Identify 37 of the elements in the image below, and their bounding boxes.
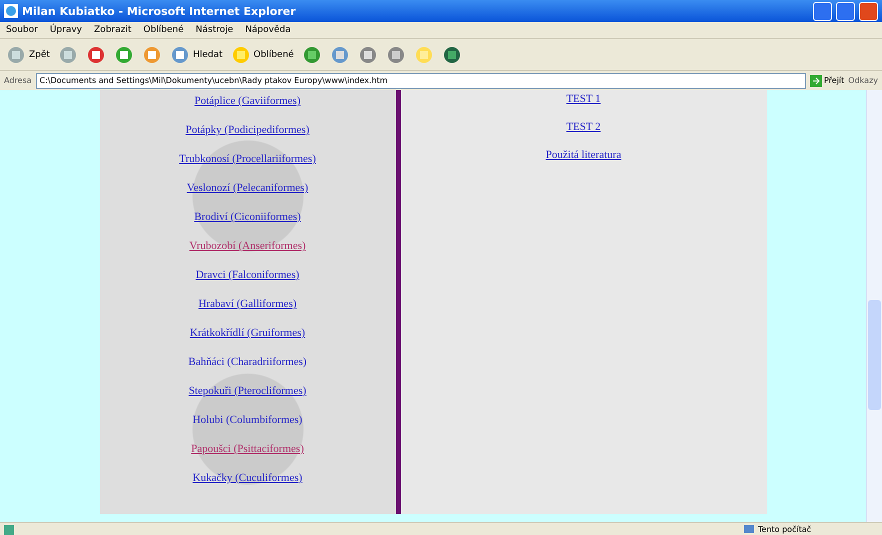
link[interactable]: Kukačky (Cuculiformes): [192, 471, 302, 485]
link[interactable]: TEST 1: [566, 92, 601, 106]
menu-item[interactable]: Zobrazit: [94, 25, 132, 35]
link[interactable]: Krátkokřídlí (Gruiformes): [190, 326, 306, 340]
order-label: Holubi (Columbiformes): [192, 413, 302, 427]
links-label[interactable]: Odkazy: [848, 76, 878, 85]
go-arrow-icon: [810, 74, 822, 86]
menu-item[interactable]: Nápověda: [245, 25, 291, 35]
link[interactable]: Potáplice (Gaviiformes): [194, 94, 300, 108]
link[interactable]: Papoušci (Psittaciformes): [191, 442, 304, 456]
close-button[interactable]: [859, 2, 878, 20]
link[interactable]: TEST 2: [566, 120, 601, 134]
address-field[interactable]: C:\Documents and Settings\Mil\Dokumenty\ucebn\Rady ptakov Europy\www\index.htm: [36, 72, 806, 88]
link[interactable]: Dravci (Falconiformes): [196, 268, 300, 282]
link[interactable]: Hrabaví (Galliformes): [198, 297, 297, 311]
link[interactable]: Potápky (Podicipediformes): [186, 123, 310, 137]
zone-label: Tento počítač: [758, 525, 812, 534]
search-button[interactable]: Hledat: [170, 44, 223, 64]
go-button[interactable]: Přejít: [810, 74, 844, 86]
menu-item[interactable]: Nástroje: [196, 25, 234, 35]
link[interactable]: Použitá literatura: [546, 148, 622, 162]
link[interactable]: Brodiví (Ciconiiformes): [194, 210, 301, 224]
link[interactable]: Vrubozobí (Anseriformes): [189, 239, 306, 253]
link[interactable]: Trubkonosí (Procellariiformes): [179, 152, 316, 166]
window-title: Milan Kubiatko - Microsoft Internet Explorer: [22, 4, 297, 18]
link[interactable]: Stepokuři (Pterocliformes): [188, 384, 306, 398]
minimize-button[interactable]: [813, 2, 832, 20]
link[interactable]: Veslonozí (Pelecaniformes): [186, 181, 308, 195]
back-button[interactable]: Zpět: [6, 44, 50, 64]
maximize-button[interactable]: [836, 2, 855, 20]
order-label: Bahňáci (Charadriiformes): [188, 355, 307, 369]
address-label: Adresa: [4, 76, 32, 85]
scrollbar[interactable]: [866, 90, 882, 522]
menu-item[interactable]: Soubor: [6, 25, 38, 35]
menu-item[interactable]: Oblíbené: [143, 25, 184, 35]
menu-item[interactable]: Úpravy: [50, 25, 82, 35]
favorites-button[interactable]: Oblíbené: [230, 44, 294, 64]
